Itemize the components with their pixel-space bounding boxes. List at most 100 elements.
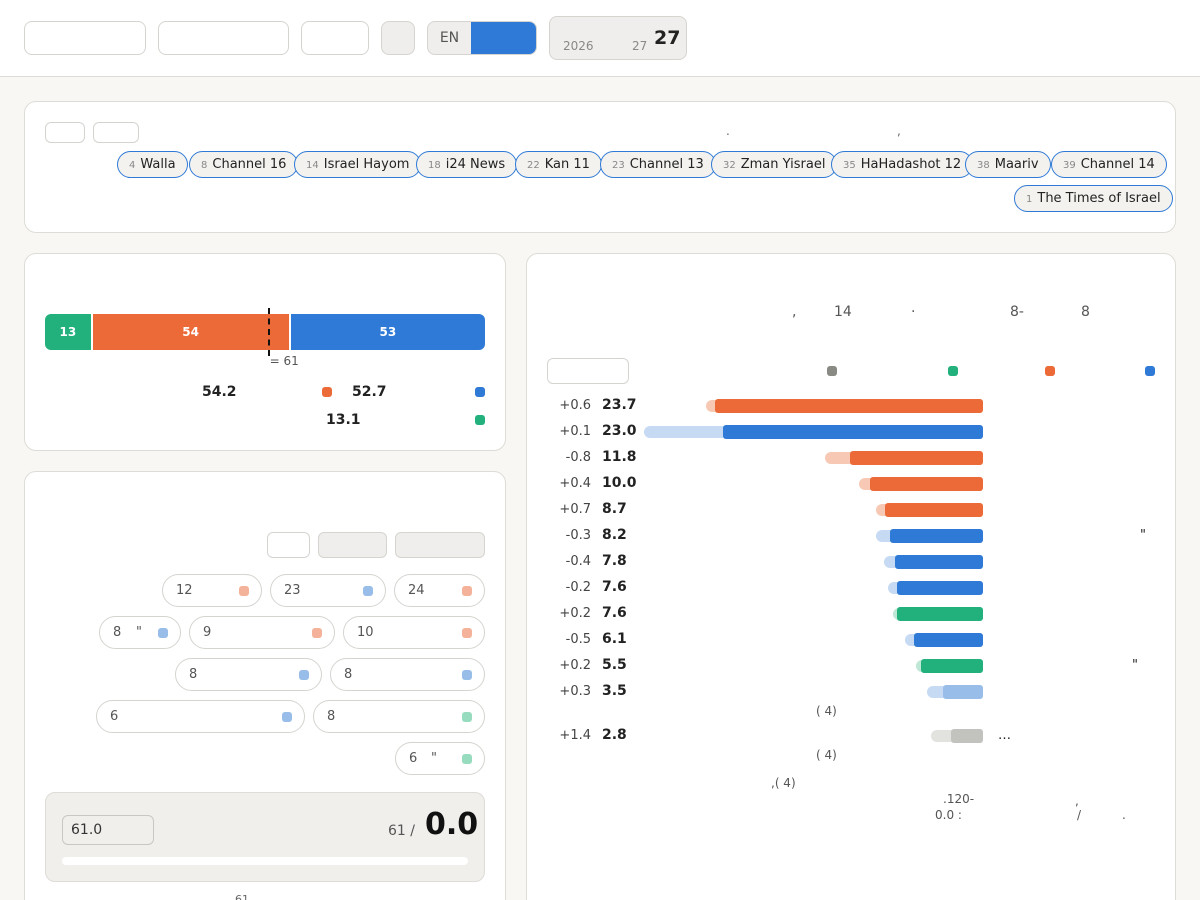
- party-pill[interactable]: 8: [175, 658, 322, 691]
- outlet-chip-times-of-israel[interactable]: 1 The Times of Israel: [1014, 185, 1173, 212]
- poll-bar[interactable]: [897, 607, 983, 621]
- nav-button-2[interactable]: [158, 21, 289, 55]
- majority-line: [267, 308, 270, 356]
- calc-result: 0.0: [425, 807, 479, 842]
- poll-change: -0.5: [565, 632, 591, 647]
- date-day: 27: [654, 27, 681, 49]
- coalition-footer-text: 61: [235, 893, 249, 900]
- language-option-active[interactable]: [471, 22, 536, 54]
- poll-value: 7.8: [602, 553, 627, 569]
- poll-bar[interactable]: [951, 729, 983, 743]
- party-color-dot: [363, 586, 373, 596]
- poll-change: -0.4: [565, 554, 591, 569]
- poll-value: 8.2: [602, 527, 627, 543]
- poll-subtitle-comma: ,: [792, 304, 797, 320]
- calc-label: 61 /: [388, 823, 415, 839]
- coalition-progress-track: [62, 857, 468, 865]
- outlet-chip-maariv[interactable]: 38 Maariv: [965, 151, 1051, 178]
- clear-button[interactable]: [93, 122, 139, 143]
- poll-bar[interactable]: [849, 451, 983, 465]
- legend-value-green-bloc: 13.1: [326, 412, 361, 428]
- poll-bar[interactable]: [897, 581, 983, 595]
- outlet-chip-channel-14[interactable]: 39 Channel 14: [1051, 151, 1167, 178]
- threshold-input[interactable]: [62, 815, 154, 845]
- legend-dot-blue: [475, 387, 485, 397]
- coalition-option-button-3[interactable]: [395, 532, 485, 558]
- party-pill[interactable]: 23: [270, 574, 386, 607]
- party-pill[interactable]: 6 ": [395, 742, 485, 775]
- poll-footnote-comma: ,: [1075, 794, 1079, 808]
- outlet-chip-channel-16[interactable]: 8 Channel 16: [189, 151, 299, 178]
- poll-change: +0.1: [559, 424, 591, 439]
- coalition-option-button-2[interactable]: [318, 532, 387, 558]
- poll-subtitle-num2: 8: [1081, 304, 1090, 320]
- outlet-chip-walla[interactable]: 4 Walla: [117, 151, 188, 178]
- language-toggle[interactable]: EN: [427, 21, 537, 55]
- poll-bar[interactable]: [894, 555, 983, 569]
- party-pill[interactable]: 8: [330, 658, 485, 691]
- outlet-chip-channel-13[interactable]: 23 Channel 13: [600, 151, 716, 178]
- party-pill[interactable]: 10: [343, 616, 485, 649]
- legend-value-blue-bloc: 52.7: [352, 384, 387, 400]
- poll-bar[interactable]: [943, 685, 983, 699]
- poll-note-1: ( 4): [816, 704, 837, 718]
- date-year: 2026: [563, 39, 594, 53]
- party-pill[interactable]: 12: [162, 574, 262, 607]
- poll-change: +0.3: [559, 684, 591, 699]
- seats-summary-panel: [24, 253, 506, 451]
- poll-change: -0.8: [565, 450, 591, 465]
- poll-change: -0.3: [565, 528, 591, 543]
- poll-change: +0.2: [559, 606, 591, 621]
- party-pill[interactable]: 6: [96, 700, 305, 733]
- outlet-chip-israel-hayom[interactable]: 14 Israel Hayom: [294, 151, 422, 178]
- nav-button-1[interactable]: [24, 21, 146, 55]
- majority-label: = 61: [269, 354, 299, 368]
- party-color-dot: [462, 754, 472, 764]
- poll-note-3: ,( 4): [771, 776, 796, 790]
- poll-value: 8.7: [602, 501, 627, 517]
- poll-legend-dot-grey: [827, 366, 837, 376]
- filter-separator-dot: .: [726, 124, 730, 138]
- outlet-chip-kan-11[interactable]: 22 Kan 11: [515, 151, 602, 178]
- party-pill[interactable]: 9: [189, 616, 335, 649]
- outlet-chip-hahadashot-12[interactable]: 35 HaHadashot 12: [831, 151, 974, 178]
- poll-bar[interactable]: [884, 503, 983, 517]
- poll-change: -0.2: [565, 580, 591, 595]
- poll-change: +0.4: [559, 476, 591, 491]
- outlet-chip-i24-news[interactable]: 18 i24 News: [416, 151, 518, 178]
- party-pill[interactable]: 24: [394, 574, 485, 607]
- poll-bar[interactable]: [723, 425, 983, 439]
- poll-value: 7.6: [602, 605, 627, 621]
- nav-button-4[interactable]: [381, 21, 415, 55]
- coalition-option-button-1[interactable]: [267, 532, 310, 558]
- poll-bar[interactable]: [890, 529, 983, 543]
- poll-sort-button[interactable]: [547, 358, 629, 384]
- party-color-dot: [299, 670, 309, 680]
- party-pill[interactable]: 8 ": [99, 616, 181, 649]
- poll-subtitle-range: 8-: [1010, 304, 1024, 320]
- party-color-dot: [282, 712, 292, 722]
- legend-dot-orange: [322, 387, 332, 397]
- poll-party-name: …: [998, 728, 1011, 743]
- poll-change: +0.2: [559, 658, 591, 673]
- poll-bar[interactable]: [715, 399, 983, 413]
- nav-button-3[interactable]: [301, 21, 369, 55]
- poll-party-name: ": [1140, 528, 1146, 543]
- language-option-en[interactable]: EN: [428, 22, 471, 54]
- poll-value: 5.5: [602, 657, 627, 673]
- filter-separator-comma: ,: [897, 124, 901, 138]
- poll-value: 7.6: [602, 579, 627, 595]
- poll-bar[interactable]: [920, 659, 983, 673]
- party-color-dot: [462, 586, 472, 596]
- poll-change: +0.7: [559, 502, 591, 517]
- poll-party-name: ": [1132, 658, 1138, 673]
- poll-bar[interactable]: [870, 477, 983, 491]
- party-pill[interactable]: 8: [313, 700, 485, 733]
- poll-footnote-seats: .120-: [943, 792, 975, 806]
- party-color-dot: [462, 712, 472, 722]
- select-all-button[interactable]: [45, 122, 85, 143]
- date-month: 27: [632, 39, 648, 53]
- outlet-chip-zman-yisrael[interactable]: 32 Zman Yisrael: [711, 151, 838, 178]
- poll-value: 11.8: [602, 449, 637, 465]
- poll-bar[interactable]: [914, 633, 983, 647]
